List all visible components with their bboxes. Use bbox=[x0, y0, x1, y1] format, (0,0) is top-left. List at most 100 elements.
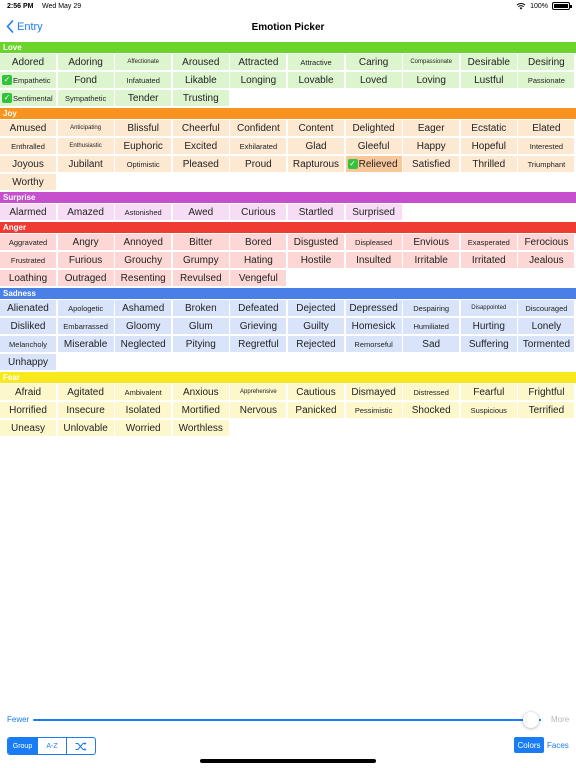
emotion-cell-happy[interactable]: Happy bbox=[403, 138, 460, 154]
emotion-cell-irritated[interactable]: Irritated bbox=[460, 252, 517, 268]
emotion-cell-hopeful[interactable]: Hopeful bbox=[460, 138, 517, 154]
emotion-cell-remorseful[interactable]: Remorseful bbox=[345, 336, 402, 352]
emotion-cell-loved[interactable]: Loved bbox=[345, 72, 402, 88]
emotion-cell-melancholy[interactable]: Melancholy bbox=[0, 336, 56, 352]
emotion-cell-apprehensive[interactable]: Apprehensive bbox=[230, 384, 287, 400]
emotion-cell-furious[interactable]: Furious bbox=[57, 252, 114, 268]
emotion-cell-neglected[interactable]: Neglected bbox=[115, 336, 172, 352]
emotion-cell-alarmed[interactable]: Alarmed bbox=[0, 204, 56, 220]
emotion-cell-worthless[interactable]: Worthless bbox=[172, 420, 229, 436]
shuffle-button[interactable] bbox=[66, 738, 95, 754]
emotion-cell-dejected[interactable]: Dejected bbox=[288, 300, 344, 316]
emotion-cell-adored[interactable]: Adored bbox=[0, 54, 56, 70]
emotion-cell-elated[interactable]: Elated bbox=[518, 120, 575, 136]
emotion-cell-apologetic[interactable]: Apologetic bbox=[57, 300, 114, 316]
emotion-cell-loathing[interactable]: Loathing bbox=[0, 270, 56, 286]
emotion-cell-passionate[interactable]: Passionate bbox=[518, 72, 575, 88]
emotion-cell-exhilarated[interactable]: Exhilarated bbox=[230, 138, 287, 154]
emotion-cell-regretful[interactable]: Regretful bbox=[230, 336, 287, 352]
emotion-cell-broken[interactable]: Broken bbox=[172, 300, 229, 316]
emotion-cell-frightful[interactable]: Frightful bbox=[518, 384, 575, 400]
emotion-cell-revulsed[interactable]: Revulsed bbox=[172, 270, 229, 286]
faces-button[interactable]: Faces bbox=[547, 737, 569, 753]
emotion-cell-suffering[interactable]: Suffering bbox=[460, 336, 517, 352]
emotion-cell-fearful[interactable]: Fearful bbox=[460, 384, 517, 400]
emotion-cell-pleased[interactable]: Pleased bbox=[172, 156, 229, 172]
emotion-cell-horrified[interactable]: Horrified bbox=[0, 402, 56, 418]
emotion-cell-tormented[interactable]: Tormented bbox=[518, 336, 575, 352]
emotion-cell-ferocious[interactable]: Ferocious bbox=[518, 234, 575, 250]
emotion-cell-amused[interactable]: Amused bbox=[0, 120, 56, 136]
colors-button[interactable]: Colors bbox=[514, 737, 544, 753]
slider-knob[interactable] bbox=[522, 712, 539, 728]
sort-group-button[interactable]: Group bbox=[8, 738, 37, 754]
emotion-cell-defeated[interactable]: Defeated bbox=[230, 300, 287, 316]
emotion-cell-anticipating[interactable]: Anticipating bbox=[57, 120, 114, 136]
emotion-cell-glum[interactable]: Glum bbox=[172, 318, 229, 334]
emotion-cell-ambivalent[interactable]: Ambivalent bbox=[115, 384, 172, 400]
slider-track[interactable] bbox=[33, 719, 541, 721]
emotion-cell-bitter[interactable]: Bitter bbox=[172, 234, 229, 250]
emotion-cell-aroused[interactable]: Aroused bbox=[172, 54, 229, 70]
emotion-cell-joyous[interactable]: Joyous bbox=[0, 156, 56, 172]
emotion-cell-cautious[interactable]: Cautious bbox=[288, 384, 344, 400]
emotion-cell-optimistic[interactable]: Optimistic bbox=[115, 156, 172, 172]
emotion-cell-proud[interactable]: Proud bbox=[230, 156, 287, 172]
emotion-cell-thrilled[interactable]: Thrilled bbox=[460, 156, 517, 172]
emotion-cell-startled[interactable]: Startled bbox=[288, 204, 344, 220]
emotion-cell-irritable[interactable]: Irritable bbox=[403, 252, 460, 268]
emotion-cell-distressed[interactable]: Distressed bbox=[403, 384, 460, 400]
emotion-cell-ashamed[interactable]: Ashamed bbox=[115, 300, 172, 316]
emotion-cell-frustrated[interactable]: Frustrated bbox=[0, 252, 56, 268]
emotion-cell-displeased[interactable]: Displeased bbox=[345, 234, 402, 250]
emotion-cell-satisfied[interactable]: Satisfied bbox=[403, 156, 460, 172]
emotion-cell-exasperated[interactable]: Exasperated bbox=[460, 234, 517, 250]
emotion-cell-gleeful[interactable]: Gleeful bbox=[345, 138, 402, 154]
emotion-cell-insulted[interactable]: Insulted bbox=[345, 252, 402, 268]
emotion-cell-caring[interactable]: Caring bbox=[345, 54, 402, 70]
sort-az-button[interactable]: A-Z bbox=[37, 738, 66, 754]
emotion-cell-embarrassed[interactable]: Embarrassed bbox=[57, 318, 114, 334]
emotion-cell-humiliated[interactable]: Humiliated bbox=[403, 318, 460, 334]
emotion-cell-jealous[interactable]: Jealous bbox=[518, 252, 575, 268]
emotion-cell-empathetic[interactable]: ✓ Empathetic bbox=[0, 72, 56, 88]
emotion-cell-surprised[interactable]: Surprised bbox=[345, 204, 402, 220]
emotion-cell-grumpy[interactable]: Grumpy bbox=[172, 252, 229, 268]
emotion-cell-agitated[interactable]: Agitated bbox=[57, 384, 114, 400]
emotion-cell-isolated[interactable]: Isolated bbox=[115, 402, 172, 418]
emotion-cell-disgusted[interactable]: Disgusted bbox=[288, 234, 344, 250]
emotion-cell-grieving[interactable]: Grieving bbox=[230, 318, 287, 334]
emotion-cell-hostile[interactable]: Hostile bbox=[288, 252, 344, 268]
emotion-cell-desirable[interactable]: Desirable bbox=[460, 54, 517, 70]
emotion-cell-outraged[interactable]: Outraged bbox=[57, 270, 114, 286]
emotion-cell-content[interactable]: Content bbox=[288, 120, 344, 136]
emotion-cell-unlovable[interactable]: Unlovable bbox=[57, 420, 114, 436]
emotion-cell-rejected[interactable]: Rejected bbox=[288, 336, 344, 352]
emotion-cell-mortified[interactable]: Mortified bbox=[172, 402, 229, 418]
emotion-cell-trusting[interactable]: Trusting bbox=[172, 90, 229, 106]
emotion-cell-jubilant[interactable]: Jubilant bbox=[57, 156, 114, 172]
emotion-cell-angry[interactable]: Angry bbox=[57, 234, 114, 250]
word-count-slider[interactable]: Fewer More bbox=[0, 710, 576, 730]
emotion-cell-discouraged[interactable]: Discouraged bbox=[518, 300, 575, 316]
emotion-cell-envious[interactable]: Envious bbox=[403, 234, 460, 250]
emotion-cell-relieved[interactable]: ✓ Relieved bbox=[345, 156, 402, 172]
emotion-cell-alienated[interactable]: Alienated bbox=[0, 300, 56, 316]
emotion-cell-infatuated[interactable]: Infatuated bbox=[115, 72, 172, 88]
emotion-cell-blissful[interactable]: Blissful bbox=[115, 120, 172, 136]
emotion-cell-awed[interactable]: Awed bbox=[172, 204, 229, 220]
emotion-cell-shocked[interactable]: Shocked bbox=[403, 402, 460, 418]
emotion-cell-gloomy[interactable]: Gloomy bbox=[115, 318, 172, 334]
emotion-cell-attractive[interactable]: Attractive bbox=[288, 54, 344, 70]
emotion-cell-disappointed[interactable]: Disappointed bbox=[460, 300, 517, 316]
emotion-cell-longing[interactable]: Longing bbox=[230, 72, 287, 88]
emotion-cell-lonely[interactable]: Lonely bbox=[518, 318, 575, 334]
emotion-cell-pessimistic[interactable]: Pessimistic bbox=[345, 402, 402, 418]
emotion-cell-sentimental[interactable]: ✓ Sentimental bbox=[0, 90, 56, 106]
emotion-cell-resenting[interactable]: Resenting bbox=[115, 270, 172, 286]
emotion-cell-pitying[interactable]: Pitying bbox=[172, 336, 229, 352]
emotion-cell-tender[interactable]: Tender bbox=[115, 90, 172, 106]
emotion-cell-homesick[interactable]: Homesick bbox=[345, 318, 402, 334]
emotion-cell-worthy[interactable]: Worthy bbox=[0, 174, 56, 190]
emotion-cell-sympathetic[interactable]: Sympathetic bbox=[57, 90, 114, 106]
